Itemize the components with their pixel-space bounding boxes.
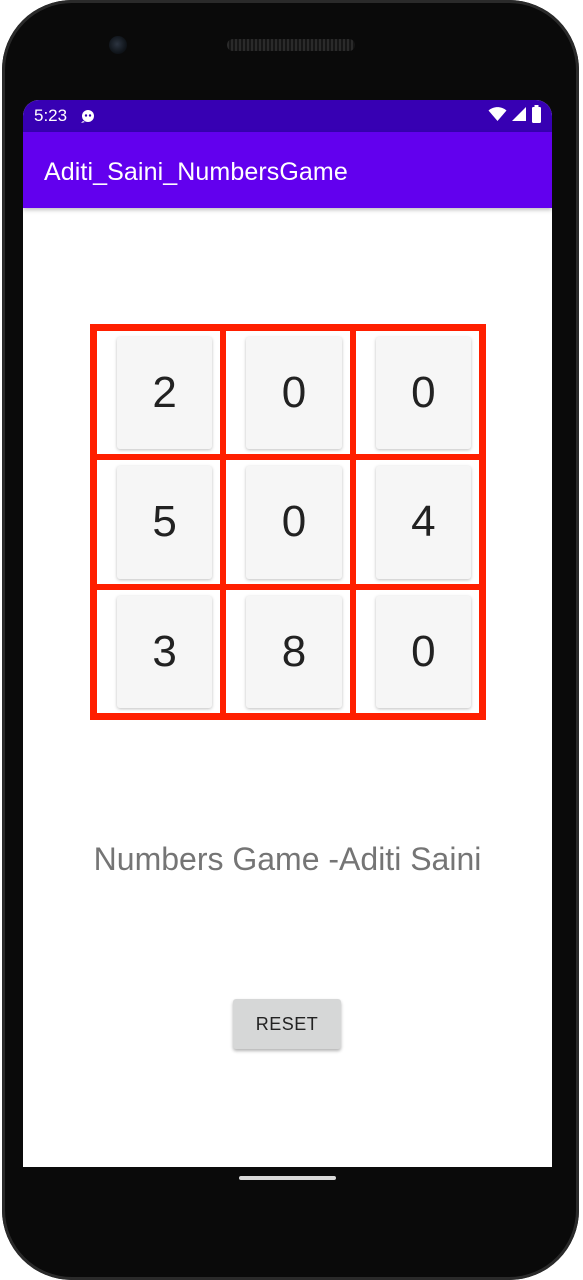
wifi-icon <box>488 106 507 127</box>
number-tile[interactable]: 0 <box>375 595 471 708</box>
grid-cell-1-2: 4 <box>355 460 479 584</box>
number-tile[interactable]: 8 <box>246 595 342 708</box>
number-tile[interactable]: 5 <box>117 466 213 579</box>
grid-cell-1-0: 5 <box>97 460 221 584</box>
number-tile[interactable]: 2 <box>117 337 213 450</box>
gesture-nav-handle[interactable] <box>239 1176 336 1180</box>
grid-cell-2-2: 0 <box>355 589 479 713</box>
signal-icon <box>511 106 527 127</box>
screen: 5:23 Aditi_Saini_NumbersGame 2 0 0 5 0 4… <box>23 100 552 1167</box>
app-title: Aditi_Saini_NumbersGame <box>44 158 348 186</box>
number-tile[interactable]: 4 <box>375 466 471 579</box>
battery-icon <box>531 104 542 128</box>
grid-cell-0-2: 0 <box>355 331 479 455</box>
grid-cell-2-1: 8 <box>226 589 350 713</box>
number-tile[interactable]: 3 <box>117 595 213 708</box>
number-grid: 200504380 <box>90 324 486 720</box>
front-camera <box>109 36 127 54</box>
grid-cell-0-1: 0 <box>226 331 350 455</box>
number-tile[interactable]: 0 <box>246 466 342 579</box>
status-bar: 5:23 <box>23 100 552 132</box>
status-time: 5:23 <box>34 106 68 125</box>
earpiece-speaker <box>227 39 355 51</box>
subtitle-text: Numbers Game -Aditi Saini <box>93 841 482 877</box>
reset-button[interactable]: RESET <box>233 999 341 1049</box>
status-icons <box>488 104 542 128</box>
grid-cell-2-0: 3 <box>97 589 221 713</box>
notification-icon <box>80 108 96 124</box>
grid-cell-1-1: 0 <box>226 460 350 584</box>
grid-cell-0-0: 2 <box>97 331 221 455</box>
number-tile[interactable]: 0 <box>375 337 471 450</box>
device-frame: 5:23 Aditi_Saini_NumbersGame 2 0 0 5 0 4… <box>0 0 583 1280</box>
number-tile[interactable]: 0 <box>246 337 342 450</box>
app-bar: Aditi_Saini_NumbersGame <box>23 132 552 208</box>
